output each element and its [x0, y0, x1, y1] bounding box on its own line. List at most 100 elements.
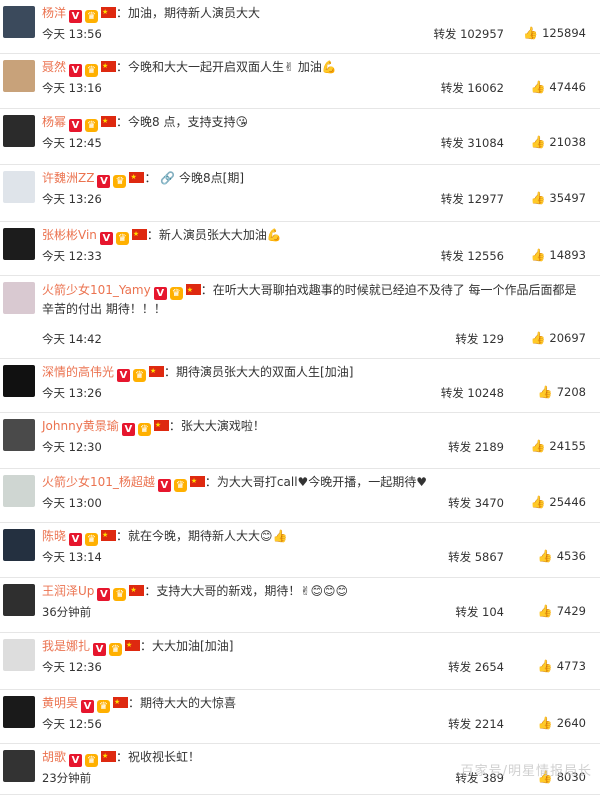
user-name[interactable]: 黄明昊 [42, 696, 78, 710]
avatar[interactable] [3, 365, 35, 397]
avatar[interactable] [3, 584, 35, 616]
verified-badge-icon: V [122, 423, 135, 436]
comment-time: 今天 13:56 [42, 26, 102, 42]
avatar[interactable] [3, 171, 35, 203]
repost-count[interactable]: 转发 104 [455, 604, 504, 620]
like-button[interactable]: 👍14893 [530, 248, 586, 262]
comment-text: ：祝收视长虹！ [116, 750, 200, 764]
china-flag-icon [186, 284, 201, 295]
repost-count[interactable]: 转发 129 [455, 331, 504, 347]
user-name[interactable]: 杨洋 [42, 6, 66, 20]
avatar[interactable] [3, 750, 35, 782]
user-name[interactable]: 杨幂 [42, 115, 66, 129]
repost-count[interactable]: 转发 2214 [448, 716, 504, 732]
comment-text: ：就在今晚，期待新人大大😊👍 [116, 529, 287, 543]
comment-line: 我是娜扎V♛：大大加油[加油] [42, 638, 592, 656]
comment-line: 王润泽UpV♛：支持大大哥的新戏，期待！✌😊😊😊 [42, 583, 592, 601]
avatar[interactable] [3, 419, 35, 451]
like-button[interactable]: 👍20697 [530, 331, 586, 345]
comment-line: 陈晓V♛：就在今晚，期待新人大大😊👍 [42, 528, 592, 546]
like-button[interactable]: 👍7208 [538, 385, 586, 399]
member-crown-icon: ♛ [85, 10, 98, 23]
member-crown-icon: ♛ [174, 479, 187, 492]
like-button[interactable]: 👍4536 [538, 549, 586, 563]
thumbs-up-icon: 👍 [530, 495, 545, 509]
comment-time: 今天 12:56 [42, 716, 102, 732]
verified-badge-icon: V [93, 643, 106, 656]
like-button[interactable]: 👍25446 [530, 495, 586, 509]
china-flag-icon [101, 530, 116, 541]
avatar[interactable] [3, 115, 35, 147]
user-name[interactable]: 张彬彬Vin [42, 228, 97, 242]
thumbs-up-icon: 👍 [538, 385, 553, 399]
member-crown-icon: ♛ [113, 588, 126, 601]
china-flag-icon [154, 420, 169, 431]
like-button[interactable]: 👍125894 [523, 26, 586, 40]
comment-item: 陈晓V♛：就在今晚，期待新人大大😊👍今天 13:14转发 5867👍4536 [0, 523, 600, 578]
user-name[interactable]: 我是娜扎 [42, 639, 90, 653]
avatar[interactable] [3, 475, 35, 507]
thumbs-up-icon: 👍 [530, 439, 545, 453]
repost-count[interactable]: 转发 2189 [448, 439, 504, 455]
repost-count[interactable]: 转发 3470 [448, 495, 504, 511]
like-button[interactable]: 👍7429 [538, 604, 586, 618]
comment-text: ：支持大大哥的新戏，期待！✌😊😊😊 [144, 584, 348, 598]
comment-time: 今天 12:30 [42, 439, 102, 455]
like-count: 14893 [549, 248, 586, 262]
user-name[interactable]: 聂然 [42, 60, 66, 74]
repost-count[interactable]: 转发 10248 [441, 385, 504, 401]
user-name[interactable]: 王润泽Up [42, 584, 94, 598]
avatar[interactable] [3, 639, 35, 671]
repost-count[interactable]: 转发 12977 [441, 191, 504, 207]
avatar[interactable] [3, 696, 35, 728]
comment-text: ： 🔗 今晚8点[期] [144, 171, 244, 185]
like-button[interactable]: 👍47446 [530, 80, 586, 94]
repost-count[interactable]: 转发 5867 [448, 549, 504, 565]
repost-count[interactable]: 转发 16062 [441, 80, 504, 96]
like-button[interactable]: 👍4773 [538, 659, 586, 673]
user-name[interactable]: 陈晓 [42, 529, 66, 543]
user-name[interactable]: 火箭少女101_Yamy [42, 283, 151, 297]
repost-count[interactable]: 转发 102957 [433, 26, 504, 42]
repost-count[interactable]: 转发 2654 [448, 659, 504, 675]
comment-line: 杨洋V♛：加油，期待新人演员大大 [42, 5, 592, 23]
comment-line: Johnny黄景瑜V♛：张大大演戏啦！ [42, 418, 592, 436]
comment-time: 36分钟前 [42, 604, 91, 620]
china-flag-icon [101, 61, 116, 72]
comment-time: 今天 13:26 [42, 191, 102, 207]
thumbs-up-icon: 👍 [538, 549, 553, 563]
comment-time: 今天 13:26 [42, 385, 102, 401]
avatar[interactable] [3, 282, 35, 314]
member-crown-icon: ♛ [133, 369, 146, 382]
user-name[interactable]: 许魏洲ZZ [42, 171, 94, 185]
comment-item: 杨幂V♛：今晚8 点，支持支持😘今天 12:45转发 31084👍21038 [0, 109, 600, 165]
like-button[interactable]: 👍21038 [530, 135, 586, 149]
repost-count[interactable]: 转发 31084 [441, 135, 504, 151]
member-crown-icon: ♛ [113, 175, 126, 188]
thumbs-up-icon: 👍 [530, 191, 545, 205]
user-name[interactable]: 火箭少女101_杨超越 [42, 475, 155, 489]
avatar[interactable] [3, 228, 35, 260]
user-name[interactable]: 深情的高伟光 [42, 365, 114, 379]
thumbs-up-icon: 👍 [530, 80, 545, 94]
china-flag-icon [101, 751, 116, 762]
user-name[interactable]: 胡歌 [42, 750, 66, 764]
avatar[interactable] [3, 529, 35, 561]
comment-text: ：大大加油[加油] [140, 639, 233, 653]
comment-time: 今天 12:45 [42, 135, 102, 151]
avatar[interactable] [3, 6, 35, 38]
like-button[interactable]: 👍35497 [530, 191, 586, 205]
comment-text: ：为大大哥打call♥今晚开播，一起期待♥ [205, 475, 427, 489]
verified-badge-icon: V [154, 287, 167, 300]
user-name[interactable]: Johnny黄景瑜 [42, 419, 119, 433]
repost-count[interactable]: 转发 12556 [441, 248, 504, 264]
like-count: 24155 [549, 439, 586, 453]
comment-line: 火箭少女101_杨超越V♛：为大大哥打call♥今晚开播，一起期待♥ [42, 474, 592, 492]
comment-line: 许魏洲ZZV♛： 🔗 今晚8点[期] [42, 170, 592, 188]
like-button[interactable]: 👍 24155 [530, 439, 586, 453]
watermark: 百家号/明星情报局长 [461, 760, 592, 779]
comment-text: ：新人演员张大大加油💪 [147, 228, 282, 242]
member-crown-icon: ♛ [85, 64, 98, 77]
like-button[interactable]: 👍2640 [538, 716, 586, 730]
avatar[interactable] [3, 60, 35, 92]
